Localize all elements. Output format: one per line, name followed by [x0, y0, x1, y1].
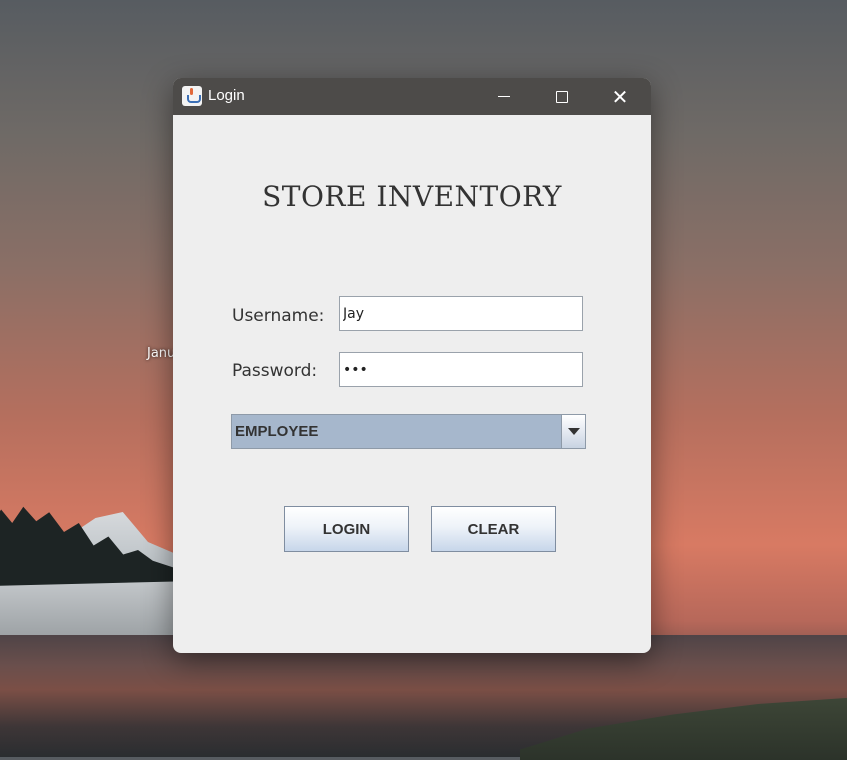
desktop-icon-label[interactable]: Janu [147, 346, 175, 361]
window-title: Login [208, 87, 245, 104]
java-icon [182, 86, 202, 106]
maximize-icon [556, 90, 568, 103]
username-label: Username: [232, 306, 325, 326]
clear-button[interactable]: CLEAR [431, 506, 556, 552]
role-select-value: EMPLOYEE [235, 423, 319, 440]
role-dropdown-button[interactable] [561, 415, 585, 448]
minimize-icon [498, 96, 510, 97]
chevron-down-icon [567, 428, 580, 435]
close-icon: ✕ [611, 84, 629, 109]
password-field[interactable] [339, 352, 583, 387]
role-select[interactable]: EMPLOYEE [231, 414, 586, 449]
minimize-button[interactable] [481, 78, 527, 115]
login-window: Login ✕ STORE INVENTORY Username: Passwo… [173, 78, 651, 653]
login-button[interactable]: LOGIN [284, 506, 409, 552]
password-label: Password: [232, 361, 318, 381]
page-title: STORE INVENTORY [262, 180, 562, 213]
maximize-button[interactable] [539, 78, 585, 115]
username-field[interactable] [339, 296, 583, 331]
close-button[interactable]: ✕ [597, 78, 643, 115]
title-bar[interactable]: Login ✕ [173, 78, 651, 115]
